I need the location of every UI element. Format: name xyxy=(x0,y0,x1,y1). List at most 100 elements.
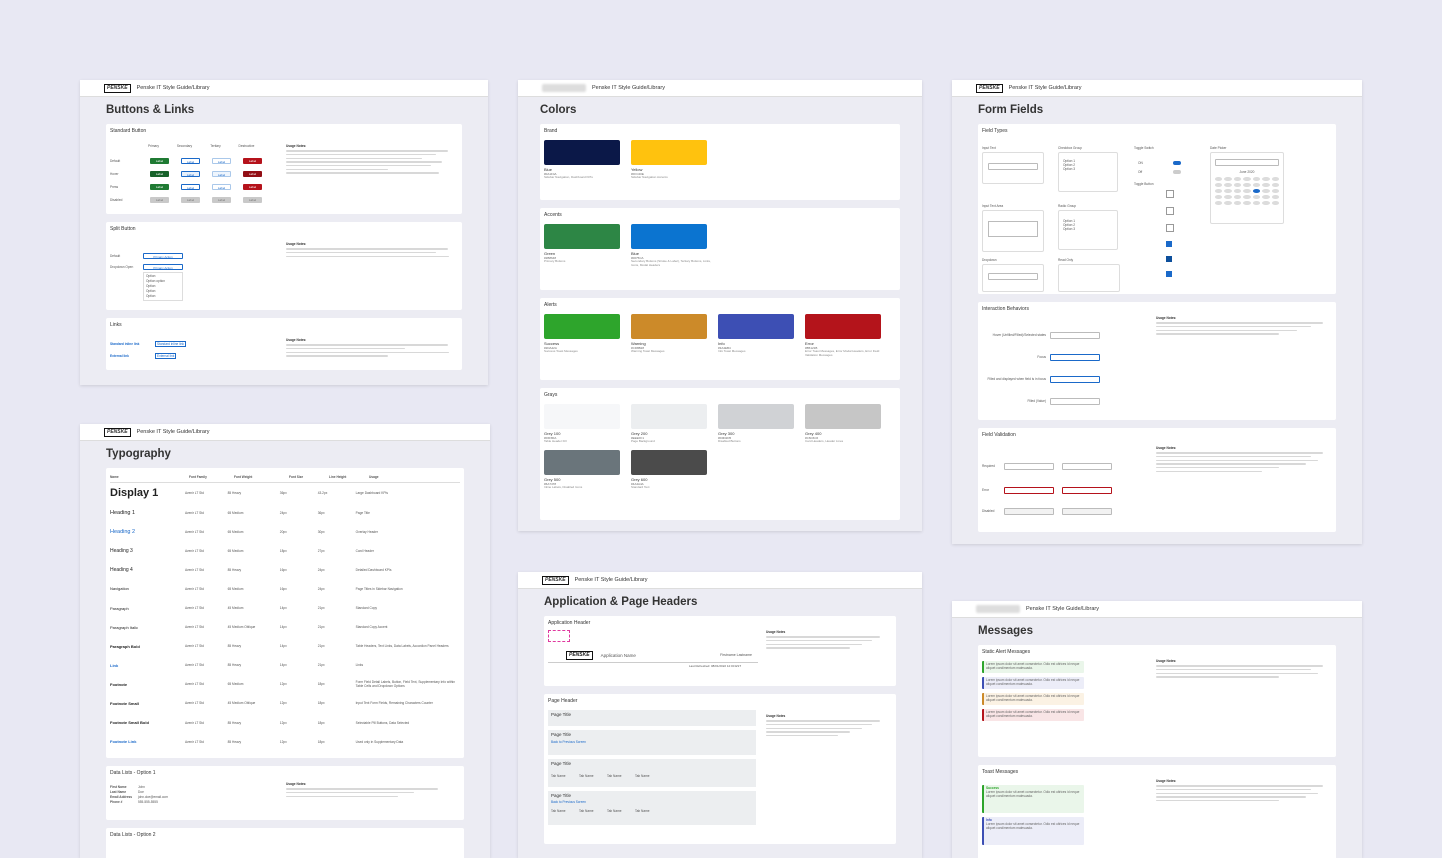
penske-logo: PENSKE xyxy=(104,427,131,437)
field-types-card: Field Types Input Text Checkbox Group Op… xyxy=(978,124,1336,294)
destructive-button[interactable]: Label xyxy=(243,157,262,164)
checkbox-option[interactable]: Option 3 xyxy=(1063,167,1113,171)
tab[interactable]: Tab Name xyxy=(551,809,579,813)
calendar-day[interactable] xyxy=(1233,189,1242,193)
board-headers: PENSKE Penske IT Style Guide/Library App… xyxy=(518,572,922,858)
tertiary-button[interactable]: Label xyxy=(212,157,231,164)
primary-button[interactable]: Label xyxy=(150,157,169,164)
tab[interactable]: Tab Name xyxy=(635,774,663,778)
alert-colors-card: Alerts Success #2DA42A Success Toast Messa… xyxy=(540,298,900,380)
inline-link[interactable]: Standard inline link xyxy=(110,342,155,346)
calendar-day[interactable] xyxy=(1224,195,1232,199)
primary-button-hover[interactable]: Label xyxy=(150,170,169,177)
calendar-day[interactable] xyxy=(1271,201,1279,205)
inline-link-hover[interactable]: Standard inline link xyxy=(155,341,186,347)
calendar-day[interactable] xyxy=(1233,177,1242,181)
calendar-day[interactable] xyxy=(1243,189,1251,193)
type-lh: 18px xyxy=(317,739,325,744)
filled-field[interactable] xyxy=(1050,397,1100,405)
type-family: Avenir LT Std xyxy=(184,663,204,668)
tertiary-button-disabled: Label xyxy=(212,196,231,203)
calendar-day[interactable] xyxy=(1271,183,1279,187)
calendar-day[interactable] xyxy=(1262,189,1270,193)
filled-focus-field[interactable] xyxy=(1050,375,1100,383)
tab[interactable]: Tab Name xyxy=(607,809,635,813)
calendar-day[interactable] xyxy=(1271,189,1279,193)
split-button[interactable]: Primary Action xyxy=(143,252,183,259)
required-field-filled[interactable] xyxy=(1062,462,1112,470)
calendar-day[interactable] xyxy=(1243,177,1251,181)
calendar-day[interactable] xyxy=(1252,195,1261,199)
calendar-day[interactable] xyxy=(1262,201,1270,205)
calendar-day[interactable] xyxy=(1224,189,1232,193)
calendar-day[interactable] xyxy=(1215,183,1223,187)
user-name[interactable]: Firstname Lastname xyxy=(720,653,752,657)
calendar-day[interactable] xyxy=(1224,177,1232,181)
error-field-filled[interactable] xyxy=(1062,486,1112,494)
calendar-day[interactable] xyxy=(1243,201,1251,205)
primary-button-press[interactable]: Label xyxy=(150,183,169,190)
toggle-button-active[interactable] xyxy=(1166,271,1172,277)
back-link[interactable]: Back to Previous Screen xyxy=(551,800,753,804)
type-name: Paragraph Bold xyxy=(110,643,140,649)
calendar-day[interactable] xyxy=(1243,195,1251,199)
calendar-day[interactable] xyxy=(1252,189,1261,193)
toggle-button[interactable] xyxy=(1166,190,1174,198)
type-row: Heading 1 Avenir LT Std 65 Medium 24px 36px P… xyxy=(110,503,460,522)
calendar-day[interactable] xyxy=(1233,201,1242,205)
toggle-button-active[interactable] xyxy=(1166,256,1172,262)
tertiary-button-hover[interactable]: Label xyxy=(212,170,231,177)
toggle-button-active[interactable] xyxy=(1166,241,1172,247)
tab[interactable]: Tab Name xyxy=(579,809,607,813)
calendar-day[interactable] xyxy=(1224,183,1232,187)
calendar-day[interactable] xyxy=(1243,183,1251,187)
toggle-button[interactable] xyxy=(1166,224,1174,232)
required-field[interactable] xyxy=(1004,462,1054,470)
calendar-day[interactable] xyxy=(1262,177,1270,181)
input-field[interactable] xyxy=(988,163,1038,170)
date-input[interactable] xyxy=(1215,159,1279,166)
calendar-day[interactable] xyxy=(1215,201,1223,205)
calendar-day[interactable] xyxy=(1262,183,1270,187)
calendar-day[interactable] xyxy=(1271,177,1279,181)
external-link-hover[interactable]: External link xyxy=(155,353,177,359)
calendar-day[interactable] xyxy=(1252,177,1261,181)
calendar-day[interactable] xyxy=(1233,195,1242,199)
error-field[interactable] xyxy=(1004,486,1054,494)
calendar-day[interactable] xyxy=(1252,201,1261,205)
toggle-off[interactable] xyxy=(1173,169,1181,174)
tab[interactable]: Tab Name xyxy=(551,774,579,778)
secondary-button-hover[interactable]: Label xyxy=(181,170,200,177)
calendar-day[interactable] xyxy=(1224,201,1232,205)
focus-field[interactable] xyxy=(1050,353,1100,361)
card-title: Page Header xyxy=(548,698,578,704)
toggle-button[interactable] xyxy=(1166,207,1174,215)
destructive-button-press[interactable]: Label xyxy=(243,183,262,190)
data-list-option-1-card: Data Lists - Option 1 First Name John Las… xyxy=(106,766,464,820)
toggle-on[interactable] xyxy=(1173,160,1181,165)
type-usage: Standard Copy xyxy=(355,606,377,611)
calendar-day[interactable] xyxy=(1233,183,1242,187)
calendar-day[interactable] xyxy=(1262,195,1270,199)
tertiary-button-press[interactable]: Label xyxy=(212,183,231,190)
hover-field[interactable] xyxy=(1050,331,1100,339)
text-area[interactable] xyxy=(988,221,1038,237)
split-button-open[interactable]: Primary Action xyxy=(143,263,183,270)
tab[interactable]: Tab Name xyxy=(607,774,635,778)
calendar-day[interactable] xyxy=(1215,177,1223,181)
secondary-button-press[interactable]: Label xyxy=(181,183,200,190)
menu-item[interactable]: Option xyxy=(146,294,180,299)
radio-option[interactable]: Option 3 xyxy=(1063,227,1113,231)
calendar-day[interactable] xyxy=(1252,183,1261,187)
calendar-day[interactable] xyxy=(1271,195,1279,199)
tab[interactable]: Tab Name xyxy=(579,774,607,778)
external-link[interactable]: External link xyxy=(110,354,155,358)
field-type-label: Dropdown xyxy=(982,258,997,262)
calendar-day[interactable] xyxy=(1215,189,1223,193)
secondary-button[interactable]: Label xyxy=(181,157,200,164)
dropdown-field[interactable] xyxy=(988,273,1038,280)
back-link[interactable]: Back to Previous Screen xyxy=(551,740,753,744)
calendar-day[interactable] xyxy=(1215,195,1223,199)
tab[interactable]: Tab Name xyxy=(635,809,663,813)
destructive-button-hover[interactable]: Label xyxy=(243,170,262,177)
